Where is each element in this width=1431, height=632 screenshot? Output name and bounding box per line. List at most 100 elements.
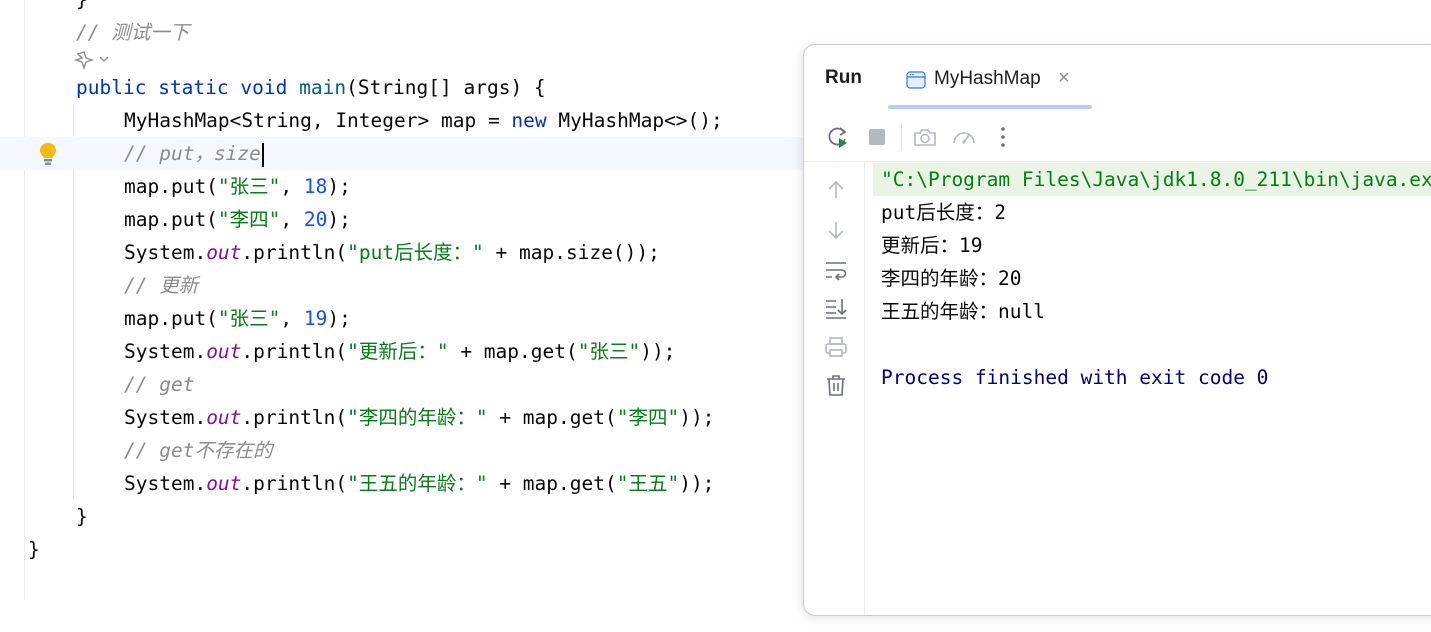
code-text: // put，size (124, 137, 264, 170)
code-text: // get (124, 368, 194, 401)
code-token: + map.get( (487, 406, 617, 429)
code-token: "李四" (217, 208, 281, 231)
run-tool-window: Run MyHashMap × "C:\Program Files\Java\j… (803, 44, 1431, 616)
code-token: + map.get( (448, 340, 578, 363)
code-token: System. (124, 406, 207, 429)
code-line-top-brace: } (0, 0, 88, 16)
code-line-6: map.put("李四", 20); (0, 203, 351, 236)
code-line-12: System.out.println("李四的年龄：" + map.get("李… (0, 401, 714, 434)
code-token: , (280, 307, 304, 330)
code-token: new (511, 109, 547, 132)
code-token: System. (124, 472, 207, 495)
code-token: // 测试一下 (76, 21, 190, 44)
console-side-toolbar (804, 162, 865, 615)
code-token: "王五的年龄：" (347, 472, 488, 495)
code-text: System.out.println("王五的年龄：" + map.get("王… (124, 467, 714, 500)
code-token: 19 (303, 307, 328, 330)
console-output-line: 李四的年龄：20 (881, 262, 1021, 295)
run-title: Run (825, 67, 862, 88)
code-token: // get不存在的 (124, 439, 273, 462)
code-token: 20 (303, 208, 328, 231)
code-text: // 更新 (124, 269, 198, 302)
code-line-16: } (0, 533, 47, 566)
lightbulb-icon[interactable] (38, 141, 58, 167)
code-token: 18 (303, 175, 328, 198)
code-token: .println( (241, 472, 348, 495)
tab-myhashmap[interactable]: MyHashMap × (888, 61, 1092, 109)
code-token: MyHashMap<String, Integer> map = (124, 109, 512, 132)
code-token: (String[] args) { (346, 76, 546, 99)
code-token: "张三" (217, 175, 281, 198)
code-text: MyHashMap<String, Integer> map = new MyH… (124, 104, 723, 137)
code-token: ); (327, 208, 351, 231)
code-text: } (76, 0, 88, 16)
code-line-7: System.out.println("put后长度：" + map.size(… (0, 236, 660, 269)
tab-label: MyHashMap (934, 68, 1041, 89)
code-line-14: System.out.println("王五的年龄：" + map.get("王… (0, 467, 714, 500)
code-token: map.put( (124, 175, 218, 198)
console-text: 王五的年龄：null (881, 300, 1045, 323)
code-text: } (28, 533, 40, 566)
code-token: out (206, 340, 242, 363)
trash-icon[interactable] (824, 373, 848, 397)
code-token: "put后长度：" (347, 241, 484, 264)
console-text: 更新后：19 (881, 234, 983, 257)
arrow-up-icon[interactable] (824, 178, 848, 202)
window-icon (906, 71, 926, 89)
code-line-2: public static void main(String[] args) { (0, 71, 546, 104)
code-token: MyHashMap<>(); (546, 109, 723, 132)
camera-icon[interactable] (912, 124, 938, 150)
code-line-5: map.put("张三", 18); (0, 170, 351, 203)
toolbar-separator (901, 123, 902, 151)
rerun-icon[interactable] (825, 124, 851, 150)
code-text: // 测试一下 (76, 16, 189, 49)
tab-active-indicator (888, 105, 1092, 109)
code-line-8: // 更新 (0, 269, 198, 302)
arrow-down-icon[interactable] (824, 218, 848, 242)
code-text: System.out.println("更新后：" + map.get("张三"… (124, 335, 675, 368)
code-token: // get (124, 373, 195, 396)
code-token: map.put( (124, 307, 218, 330)
console-output-line: 更新后：19 (881, 229, 982, 262)
code-token: .println( (241, 406, 348, 429)
code-line-9: map.put("张三", 19); (0, 302, 351, 335)
console-text: 李四的年龄：20 (881, 267, 1022, 290)
code-text: map.put("李四", 20); (124, 203, 351, 236)
code-token: System. (124, 241, 207, 264)
code-token: "李四的年龄：" (347, 406, 488, 429)
code-token: ); (327, 307, 351, 330)
code-line-13: // get不存在的 (0, 434, 272, 467)
code-token: out (206, 406, 242, 429)
scroll-to-end-icon[interactable] (824, 296, 848, 320)
code-token: map.put( (124, 208, 218, 231)
close-icon[interactable]: × (1058, 67, 1070, 90)
stop-icon[interactable] (864, 124, 890, 150)
code-token: System. (124, 340, 207, 363)
text-caret (261, 142, 264, 167)
code-line-1: // 测试一下 (0, 16, 189, 49)
code-token: "张三" (577, 340, 641, 363)
code-token: , (280, 208, 304, 231)
soft-wrap-icon[interactable] (824, 258, 848, 282)
profiler-gauge-icon[interactable] (951, 124, 977, 150)
console-command-line: "C:\Program Files\Java\jdk1.8.0_211\bin\… (873, 163, 1431, 196)
code-line-3: MyHashMap<String, Integer> map = new MyH… (0, 104, 723, 137)
more-options-icon[interactable] (990, 124, 1016, 150)
console-output-line: 王五的年龄：null (881, 295, 1045, 328)
code-token: // 更新 (124, 274, 199, 297)
code-text: System.out.println("put后长度：" + map.size(… (124, 236, 660, 269)
console-text: put后长度：2 (881, 201, 1006, 224)
console-output[interactable]: "C:\Program Files\Java\jdk1.8.0_211\bin\… (865, 162, 1431, 615)
code-token: .println( (241, 340, 348, 363)
code-token: "李四" (616, 406, 680, 429)
code-token: )); (679, 472, 715, 495)
code-text: // get不存在的 (124, 434, 272, 467)
ai-assistant-icon[interactable] (74, 48, 114, 72)
console-output-line: put后长度：2 (881, 196, 1006, 229)
run-header: Run MyHashMap × (804, 45, 1431, 113)
print-icon[interactable] (824, 335, 848, 359)
code-token: } (76, 505, 88, 528)
code-token: // put，size (124, 142, 261, 165)
